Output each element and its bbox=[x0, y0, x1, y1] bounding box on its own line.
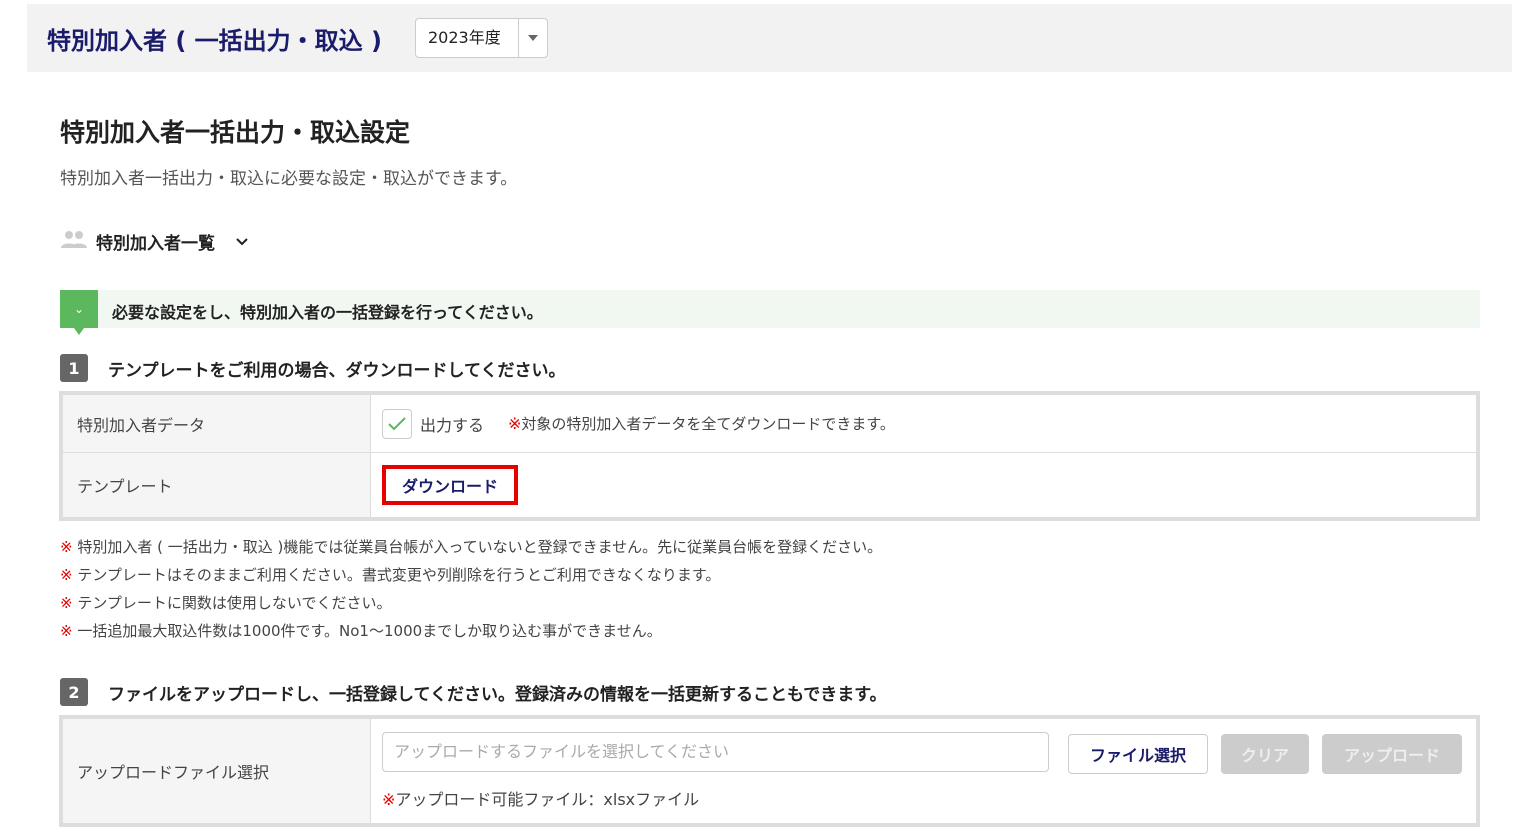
note-item: ※ テンプレートに関数は使用しないでください。 bbox=[60, 589, 882, 617]
step-badge: 2 bbox=[60, 678, 88, 706]
note-mark: ※ bbox=[60, 622, 73, 640]
note-text: テンプレートに関数は使用しないでください。 bbox=[77, 594, 392, 612]
users-icon bbox=[60, 229, 88, 254]
clear-button[interactable]: クリア bbox=[1221, 734, 1309, 774]
step-text: ファイルをアップロードし、一括登録してください。登録済みの情報を一括更新すること… bbox=[108, 684, 887, 705]
step-2-heading: 2 ファイルをアップロードし、一括登録してください。登録済みの情報を一括更新する… bbox=[60, 678, 887, 706]
special-members-list-toggle[interactable]: 特別加入者一覧 bbox=[60, 229, 249, 254]
table-row: 特別加入者データ 出力する ※ 対象の特別加入者データを全てダウンロードできます… bbox=[63, 395, 1476, 453]
row-label: テンプレート bbox=[63, 453, 371, 517]
step-text: テンプレートをご利用の場合、ダウンロードしてください。 bbox=[108, 360, 566, 381]
page-title: 特別加入者一括出力・取込設定 bbox=[60, 118, 411, 147]
file-select-button[interactable]: ファイル選択 bbox=[1068, 734, 1208, 774]
note-item: ※ 特別加入者 ( 一括出力・取込 )機能では従業員台帳が入っていないと登録でき… bbox=[60, 533, 882, 561]
note-text: アップロード可能ファイル：xlsxファイル bbox=[395, 790, 700, 809]
note-item: ※ 一括追加最大取込件数は1000件です。No1～1000までしか取り込む事がで… bbox=[60, 617, 882, 645]
info-banner: ⌄ 必要な設定をし、特別加入者の一括登録を行ってください。 bbox=[60, 290, 1480, 335]
note-text: 一括追加最大取込件数は1000件です。No1～1000までしか取り込む事ができま… bbox=[77, 622, 662, 640]
note-mark: ※ bbox=[60, 566, 73, 584]
toggle-label: 特別加入者一覧 bbox=[96, 234, 215, 254]
step-badge: 1 bbox=[60, 354, 88, 382]
notes-list: ※ 特別加入者 ( 一括出力・取込 )機能では従業員台帳が入っていないと登録でき… bbox=[60, 533, 882, 645]
note-text: 特別加入者 ( 一括出力・取込 )機能では従業員台帳が入っていないと登録できませ… bbox=[77, 538, 883, 556]
header-title: 特別加入者 ( 一括出力・取込 ) bbox=[47, 27, 383, 55]
year-select-value: 2023年度 bbox=[428, 28, 501, 47]
row-note: 対象の特別加入者データを全てダウンロードできます。 bbox=[521, 415, 895, 433]
upload-button[interactable]: アップロード bbox=[1322, 734, 1462, 774]
banner-text: 必要な設定をし、特別加入者の一括登録を行ってください。 bbox=[112, 303, 543, 322]
note-mark: ※ bbox=[382, 790, 396, 809]
chevron-down-icon[interactable] bbox=[518, 19, 547, 57]
upload-table: アップロードファイル選択 アップロードするファイルを選択してください ファイル選… bbox=[59, 715, 1480, 827]
note-mark: ※ bbox=[60, 594, 73, 612]
row-label: 特別加入者データ bbox=[63, 395, 371, 452]
note-text: テンプレートはそのままご利用ください。書式変更や列削除を行うとご利用できなくなり… bbox=[77, 566, 721, 584]
page-description: 特別加入者一括出力・取込に必要な設定・取込ができます。 bbox=[60, 169, 518, 189]
checkbox-label: 出力する bbox=[420, 415, 485, 435]
chevron-down-icon: ⌄ bbox=[60, 290, 98, 335]
note-mark: ※ bbox=[60, 538, 73, 556]
table-row: テンプレート ダウンロード bbox=[63, 453, 1476, 517]
row-label: アップロードファイル選択 bbox=[63, 719, 371, 823]
table-row: アップロードファイル選択 アップロードするファイルを選択してください ファイル選… bbox=[63, 719, 1476, 823]
upload-note: ※アップロード可能ファイル：xlsxファイル bbox=[382, 786, 699, 810]
note-mark: ※ bbox=[508, 414, 522, 433]
download-template-button[interactable]: ダウンロード bbox=[382, 465, 519, 505]
chevron-down-icon bbox=[235, 232, 249, 252]
year-select[interactable]: 2023年度 bbox=[415, 18, 548, 58]
page-header: 特別加入者 ( 一括出力・取込 ) 2023年度 bbox=[27, 4, 1512, 72]
step-1-heading: 1 テンプレートをご利用の場合、ダウンロードしてください。 bbox=[60, 354, 565, 382]
template-table: 特別加入者データ 出力する ※ 対象の特別加入者データを全てダウンロードできます… bbox=[59, 391, 1480, 521]
note-item: ※ テンプレートはそのままご利用ください。書式変更や列削除を行うとご利用できなく… bbox=[60, 561, 882, 589]
export-checkbox[interactable] bbox=[382, 408, 412, 439]
upload-file-input[interactable]: アップロードするファイルを選択してください bbox=[382, 732, 1049, 772]
